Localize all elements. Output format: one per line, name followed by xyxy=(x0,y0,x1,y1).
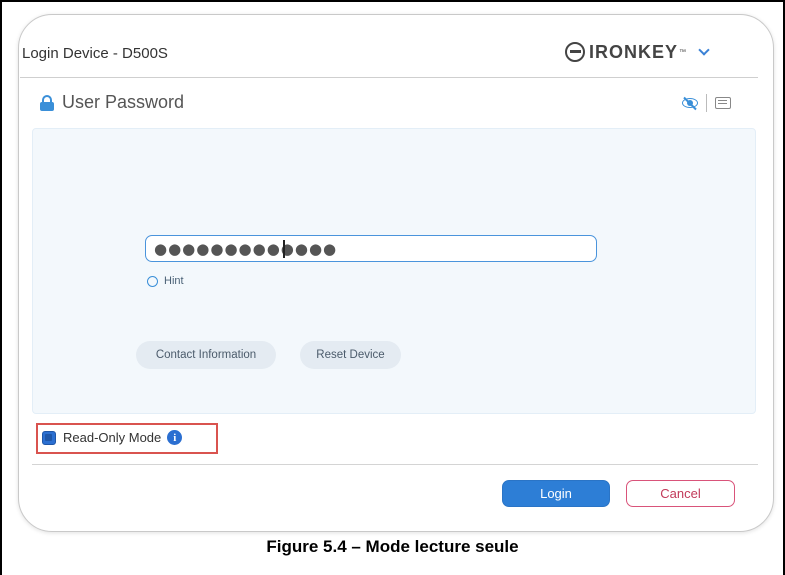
footer-divider xyxy=(32,464,758,465)
contact-information-button[interactable]: Contact Information xyxy=(136,341,276,369)
cancel-button[interactable]: Cancel xyxy=(626,480,735,507)
header-icons xyxy=(682,94,731,112)
brand-name: IRONKEY xyxy=(589,41,679,62)
password-panel xyxy=(32,128,756,414)
section-title: User Password xyxy=(62,92,185,112)
brand-menu[interactable]: IRONKEY ™ xyxy=(565,37,710,67)
keyboard-icon[interactable] xyxy=(715,97,731,109)
hint-radio-icon[interactable] xyxy=(147,275,158,287)
password-input[interactable] xyxy=(145,235,597,262)
hint-option[interactable]: Hint xyxy=(147,275,184,287)
read-only-checkbox[interactable] xyxy=(42,430,56,445)
hint-label: Hint xyxy=(164,275,184,287)
figure-caption: Figure 5.4 – Mode lecture seule xyxy=(266,537,519,556)
icon-divider xyxy=(706,94,707,112)
reset-device-button[interactable]: Reset Device xyxy=(300,341,401,369)
read-only-mode-option[interactable]: Read-Only Mode i xyxy=(42,430,183,445)
ironkey-logo-icon xyxy=(565,42,585,62)
eye-slash-icon[interactable] xyxy=(682,96,698,111)
chevron-down-icon[interactable] xyxy=(698,44,710,56)
section-header: User Password xyxy=(40,92,184,113)
lock-icon xyxy=(40,94,54,111)
read-only-label: Read-Only Mode xyxy=(63,430,162,445)
window-title: Login Device - D500S xyxy=(22,45,168,62)
info-icon[interactable]: i xyxy=(167,430,183,445)
login-button[interactable]: Login xyxy=(502,480,610,507)
text-cursor xyxy=(283,240,285,258)
brand-trademark: ™ xyxy=(679,48,687,56)
